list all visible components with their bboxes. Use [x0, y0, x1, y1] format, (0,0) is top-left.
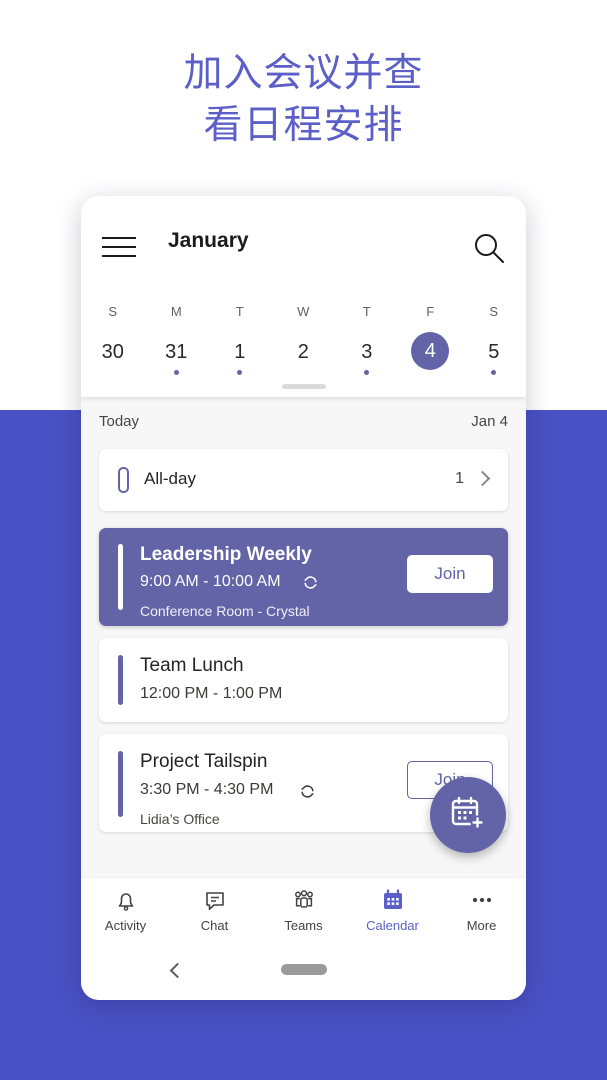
chat-icon: [170, 886, 259, 914]
join-button[interactable]: Join: [407, 555, 493, 593]
weekday-label: M: [170, 304, 182, 319]
day-number: 31: [165, 341, 188, 363]
week-day-5-selected[interactable]: F 4: [399, 295, 463, 370]
bell-icon: [81, 886, 170, 914]
event-accent-bar: [118, 751, 123, 817]
bottom-navigation: Activity Chat Teams Calendar More: [81, 877, 526, 944]
nav-label: Activity: [104, 918, 147, 933]
recurrence-icon: [299, 783, 316, 800]
chevron-right-icon: [474, 470, 491, 487]
day-number: 1: [234, 341, 246, 363]
nav-item-teams[interactable]: Teams: [259, 886, 348, 933]
day-number: 4: [411, 332, 450, 370]
search-icon[interactable]: [472, 231, 506, 265]
day-number: 5: [488, 341, 500, 363]
event-location: Conference Room - Crystal: [140, 603, 310, 619]
nav-label: Calendar: [366, 918, 419, 933]
event-accent-bar: [118, 655, 123, 705]
event-dot: [173, 370, 179, 375]
weekday-label: S: [489, 304, 499, 319]
nav-label: Chat: [200, 918, 229, 933]
event-time: 3:30 PM - 4:30 PM: [140, 781, 274, 798]
page-title: January: [168, 229, 249, 252]
day-number: 30: [101, 341, 124, 363]
all-day-count: 1: [455, 470, 464, 487]
weekday-label: W: [297, 304, 310, 319]
hamburger-icon[interactable]: [102, 237, 136, 257]
today-date: Jan 4: [471, 413, 508, 430]
day-number: 2: [297, 341, 309, 363]
drag-handle[interactable]: [281, 384, 326, 389]
event-dot: [491, 370, 497, 375]
event-dot: [301, 370, 306, 375]
week-day-3[interactable]: W 2: [272, 295, 336, 375]
back-chevron-icon[interactable]: [169, 962, 186, 979]
week-day-6[interactable]: S 5: [462, 295, 526, 375]
weekday-label: T: [235, 304, 244, 319]
event-title: Project Tailspin: [140, 751, 268, 772]
all-day-label: All-day: [144, 469, 196, 488]
nav-label: Teams: [284, 918, 323, 933]
recurrence-icon: [302, 574, 319, 591]
nav-item-chat[interactable]: Chat: [170, 886, 259, 933]
calendar-icon: [348, 886, 437, 914]
event-dot: [237, 370, 243, 375]
week-day-1[interactable]: M 31: [145, 295, 209, 375]
week-day-0[interactable]: S 30: [81, 295, 145, 375]
calendar-add-icon: [448, 793, 488, 838]
teams-icon: [259, 886, 348, 914]
promo-headline: 加入会议并查 看日程安排: [183, 52, 424, 147]
nav-item-calendar[interactable]: Calendar: [348, 886, 437, 933]
phone-mockup: January S 30 M 31 T 1 W 2 T 3 F 4 S 5 To…: [81, 196, 526, 1000]
all-day-card[interactable]: All-day 1: [99, 449, 508, 511]
today-row: Today Jan 4: [81, 405, 526, 439]
week-strip: S 30 M 31 T 1 W 2 T 3 F 4 S 5: [81, 295, 526, 377]
more-icon: [437, 886, 526, 914]
weekday-label: S: [108, 304, 118, 319]
event-title: Team Lunch: [140, 655, 244, 676]
weekday-label: F: [426, 304, 435, 319]
event-dot: [364, 370, 370, 375]
system-navigation-bar: [81, 943, 526, 1000]
new-event-fab[interactable]: [430, 777, 506, 853]
all-day-marker-icon: [118, 467, 129, 493]
nav-label: More: [466, 918, 497, 933]
week-day-2[interactable]: T 1: [208, 295, 272, 375]
event-accent-bar: [118, 544, 123, 610]
event-time: 9:00 AM - 10:00 AM: [140, 573, 281, 590]
event-card-0[interactable]: Leadership Weekly 9:00 AM - 10:00 AM Con…: [99, 528, 508, 626]
event-card-1[interactable]: Team Lunch 12:00 PM - 1:00 PM: [99, 638, 508, 722]
day-number: 3: [361, 341, 373, 363]
app-bar: January: [81, 196, 526, 295]
weekday-label: T: [362, 304, 371, 319]
today-label: Today: [99, 413, 140, 430]
nav-item-more[interactable]: More: [437, 886, 526, 933]
event-title: Leadership Weekly: [140, 544, 312, 565]
event-location: Lidia’s Office: [140, 811, 220, 827]
nav-item-activity[interactable]: Activity: [81, 886, 170, 933]
home-pill-icon[interactable]: [280, 964, 327, 975]
event-dot: [110, 370, 115, 375]
event-time: 12:00 PM - 1:00 PM: [140, 685, 283, 702]
calendar-header-card: January S 30 M 31 T 1 W 2 T 3 F 4 S 5: [81, 196, 526, 397]
week-day-4[interactable]: T 3: [335, 295, 399, 375]
